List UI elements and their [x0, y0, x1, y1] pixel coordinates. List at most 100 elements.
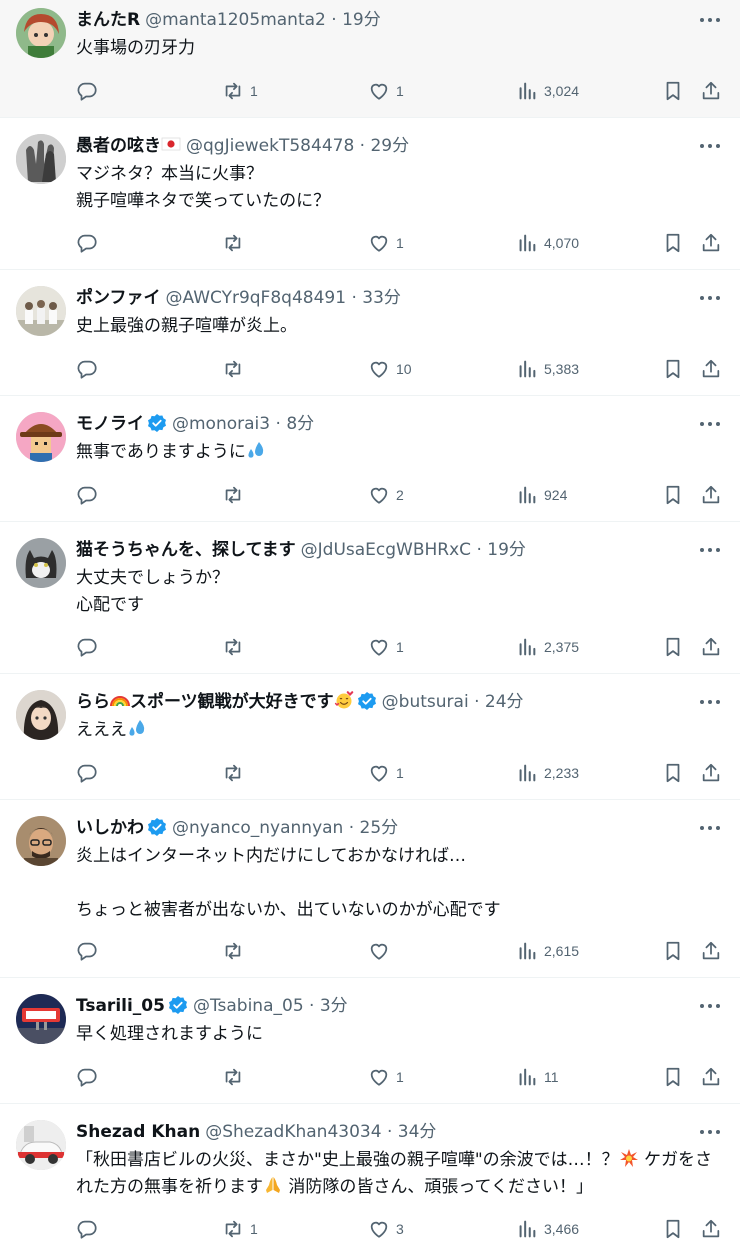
- like-button[interactable]: [368, 939, 396, 963]
- user-handle[interactable]: @Tsabina_05: [193, 996, 304, 1016]
- views-button[interactable]: 924: [516, 483, 567, 507]
- timestamp[interactable]: 25分: [360, 818, 399, 838]
- share-button[interactable]: [700, 357, 722, 381]
- share-button[interactable]: [700, 761, 722, 785]
- timestamp[interactable]: 8分: [286, 414, 314, 434]
- display-name[interactable]: いしかわ: [76, 818, 144, 838]
- avatar[interactable]: [16, 8, 66, 58]
- display-name[interactable]: 猫そうちゃんを、探してます: [76, 540, 296, 560]
- retweet-button[interactable]: [222, 357, 250, 381]
- more-icon[interactable]: [696, 8, 724, 32]
- retweet-button[interactable]: [222, 635, 250, 659]
- reply-button[interactable]: [76, 939, 104, 963]
- retweet-button[interactable]: 1: [222, 1217, 258, 1241]
- timestamp[interactable]: 19分: [342, 10, 381, 30]
- timestamp[interactable]: 3分: [320, 996, 348, 1016]
- retweet-button[interactable]: [222, 1065, 250, 1089]
- retweet-button[interactable]: [222, 761, 250, 785]
- share-button[interactable]: [700, 635, 722, 659]
- more-icon[interactable]: [696, 412, 724, 436]
- bookmark-button[interactable]: [662, 1065, 684, 1089]
- reply-button[interactable]: [76, 1065, 104, 1089]
- more-icon[interactable]: [696, 286, 724, 310]
- user-handle[interactable]: @qgJiewekT584478: [186, 136, 354, 156]
- display-name[interactable]: ポンファイ: [76, 288, 161, 308]
- display-name[interactable]: モノライ: [76, 414, 144, 434]
- user-handle[interactable]: @manta1205manta2: [145, 10, 326, 30]
- retweet-button[interactable]: [222, 483, 250, 507]
- avatar[interactable]: [16, 690, 66, 740]
- share-button[interactable]: [700, 483, 722, 507]
- display-name[interactable]: Tsarili_05: [76, 996, 165, 1016]
- tweet[interactable]: Shezad Khan @ShezadKhan43034 · 34分 「秋田書店ビ…: [0, 1104, 740, 1254]
- user-handle[interactable]: @butsurai: [382, 692, 469, 712]
- avatar[interactable]: [16, 816, 66, 866]
- reply-button[interactable]: [76, 635, 104, 659]
- views-button[interactable]: 5,383: [516, 357, 579, 381]
- more-icon[interactable]: [696, 538, 724, 562]
- user-handle[interactable]: @nyanco_nyannyan: [172, 818, 343, 838]
- like-button[interactable]: 1: [368, 79, 404, 103]
- retweet-button[interactable]: [222, 939, 250, 963]
- views-button[interactable]: 2,615: [516, 939, 579, 963]
- avatar[interactable]: [16, 1120, 66, 1170]
- display-name[interactable]: まんたR: [76, 10, 140, 30]
- like-button[interactable]: 1: [368, 761, 404, 785]
- more-icon[interactable]: [696, 134, 724, 158]
- display-name[interactable]: 愚者の呟き: [76, 136, 161, 156]
- avatar[interactable]: [16, 134, 66, 184]
- reply-button[interactable]: [76, 1217, 104, 1241]
- retweet-button[interactable]: [222, 231, 250, 255]
- reply-button[interactable]: [76, 483, 104, 507]
- bookmark-button[interactable]: [662, 1217, 684, 1241]
- timestamp[interactable]: 24分: [485, 692, 524, 712]
- like-button[interactable]: 1: [368, 635, 404, 659]
- like-button[interactable]: 1: [368, 1065, 404, 1089]
- share-button[interactable]: [700, 939, 722, 963]
- timestamp[interactable]: 29分: [370, 136, 409, 156]
- views-button[interactable]: 3,024: [516, 79, 579, 103]
- display-name[interactable]: Shezad Khan: [76, 1122, 200, 1142]
- user-handle[interactable]: @monorai3: [172, 414, 270, 434]
- share-button[interactable]: [700, 231, 722, 255]
- user-handle[interactable]: @AWCYr9qF8q48491: [166, 288, 347, 308]
- avatar[interactable]: [16, 994, 66, 1044]
- share-button[interactable]: [700, 1217, 722, 1241]
- reply-button[interactable]: [76, 231, 104, 255]
- tweet[interactable]: モノライ @monorai3 · 8分 無事でありますように 2 924: [0, 396, 740, 522]
- views-button[interactable]: 2,233: [516, 761, 579, 785]
- bookmark-button[interactable]: [662, 483, 684, 507]
- reply-button[interactable]: [76, 79, 104, 103]
- share-button[interactable]: [700, 79, 722, 103]
- tweet[interactable]: ポンファイ @AWCYr9qF8q48491 · 33分 史上最強の親子喧嘩が炎上…: [0, 270, 740, 396]
- like-button[interactable]: 1: [368, 231, 404, 255]
- bookmark-button[interactable]: [662, 231, 684, 255]
- views-button[interactable]: 2,375: [516, 635, 579, 659]
- retweet-button[interactable]: 1: [222, 79, 258, 103]
- tweet[interactable]: 猫そうちゃんを、探してます @JdUsaEcgWBHRxC · 19分 大丈夫でし…: [0, 522, 740, 674]
- avatar[interactable]: [16, 412, 66, 462]
- views-button[interactable]: 11: [516, 1065, 559, 1089]
- display-name[interactable]: らら スポーツ観戦が大好きです: [76, 691, 354, 712]
- bookmark-button[interactable]: [662, 761, 684, 785]
- views-button[interactable]: 4,070: [516, 231, 579, 255]
- tweet[interactable]: いしかわ @nyanco_nyannyan · 25分 炎上はインターネット内だけ…: [0, 800, 740, 978]
- more-icon[interactable]: [696, 690, 724, 714]
- more-icon[interactable]: [696, 816, 724, 840]
- more-icon[interactable]: [696, 1120, 724, 1144]
- timestamp[interactable]: 33分: [362, 288, 401, 308]
- tweet[interactable]: 愚者の呟き @qgJiewekT584478 · 29分 マジネタ？本当に火事？ …: [0, 118, 740, 270]
- user-handle[interactable]: @ShezadKhan43034: [205, 1122, 381, 1142]
- bookmark-button[interactable]: [662, 939, 684, 963]
- more-icon[interactable]: [696, 994, 724, 1018]
- tweet[interactable]: Tsarili_05 @Tsabina_05 · 3分 早く処理されますように 1…: [0, 978, 740, 1104]
- like-button[interactable]: 2: [368, 483, 404, 507]
- tweet[interactable]: まんたR @manta1205manta2 · 19分 火事場の刃牙力 1 1 3…: [0, 0, 740, 118]
- reply-button[interactable]: [76, 357, 104, 381]
- bookmark-button[interactable]: [662, 635, 684, 659]
- like-button[interactable]: 3: [368, 1217, 404, 1241]
- like-button[interactable]: 10: [368, 357, 412, 381]
- tweet[interactable]: らら スポーツ観戦が大好きです @butsurai · 24分 えええ 1 2,23…: [0, 674, 740, 800]
- share-button[interactable]: [700, 1065, 722, 1089]
- reply-button[interactable]: [76, 761, 104, 785]
